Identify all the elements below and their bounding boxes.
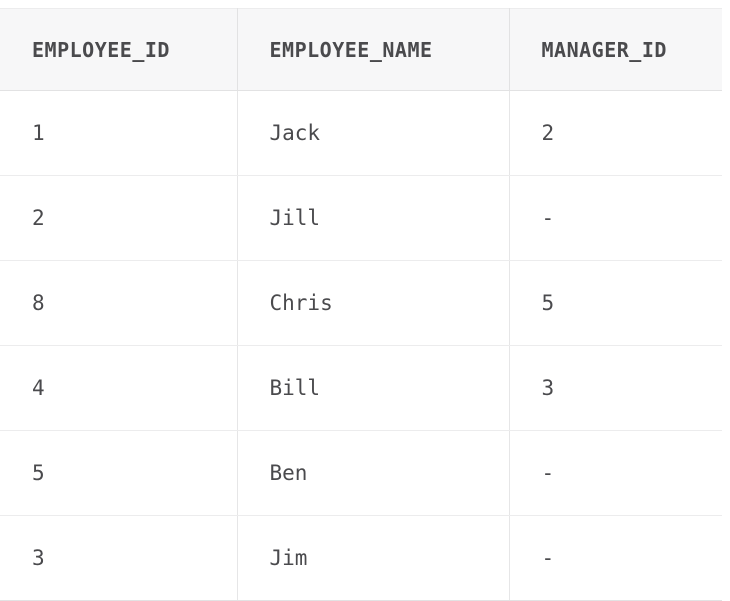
table-row: 2 Jill - (0, 175, 722, 261)
column-header-employee-id: EMPLOYEE_ID (0, 8, 238, 91)
cell-manager-id: 2 (509, 90, 722, 176)
column-header-manager-id: MANAGER_ID (509, 8, 722, 91)
cell-employee-name: Jack (237, 90, 510, 176)
table-row: 4 Bill 3 (0, 345, 722, 431)
table-container: EMPLOYEE_ID EMPLOYEE_NAME MANAGER_ID 1 J… (0, 8, 730, 601)
table-header-row: EMPLOYEE_ID EMPLOYEE_NAME MANAGER_ID (0, 8, 722, 91)
cell-manager-id: 3 (509, 345, 722, 431)
cell-employee-name: Jill (237, 175, 510, 261)
cell-employee-id: 4 (0, 345, 238, 431)
cell-manager-id: - (509, 515, 722, 601)
cell-manager-id: 5 (509, 260, 722, 346)
cell-employee-id: 2 (0, 175, 238, 261)
cell-manager-id: - (509, 175, 722, 261)
table-row: 3 Jim - (0, 515, 722, 601)
employees-table: EMPLOYEE_ID EMPLOYEE_NAME MANAGER_ID 1 J… (0, 8, 722, 601)
table-row: 8 Chris 5 (0, 260, 722, 346)
cell-employee-name: Jim (237, 515, 510, 601)
cell-employee-id: 3 (0, 515, 238, 601)
table-row: 5 Ben - (0, 430, 722, 516)
table-body: 1 Jack 2 2 Jill - 8 Chris 5 4 Bill 3 5 B (0, 90, 722, 601)
column-header-employee-name: EMPLOYEE_NAME (237, 8, 510, 91)
table-row: 1 Jack 2 (0, 90, 722, 176)
table-header: EMPLOYEE_ID EMPLOYEE_NAME MANAGER_ID (0, 8, 722, 91)
cell-employee-name: Chris (237, 260, 510, 346)
cell-employee-id: 1 (0, 90, 238, 176)
cell-employee-id: 8 (0, 260, 238, 346)
cell-manager-id: - (509, 430, 722, 516)
cell-employee-id: 5 (0, 430, 238, 516)
cell-employee-name: Ben (237, 430, 510, 516)
cell-employee-name: Bill (237, 345, 510, 431)
